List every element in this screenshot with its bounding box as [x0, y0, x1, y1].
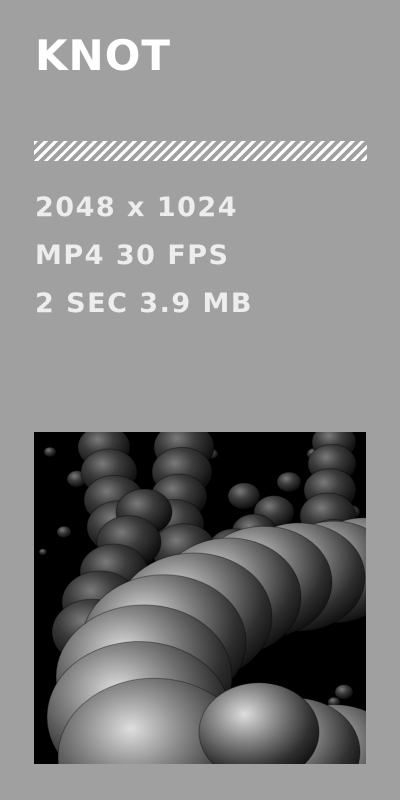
- spec-format: MP4 30 FPS: [35, 240, 230, 271]
- item-title: KNOT: [35, 31, 172, 80]
- spec-duration-size: 2 SEC 3.9 MB: [35, 288, 253, 319]
- hatched-divider: [34, 141, 367, 161]
- knot-spheres: [38, 432, 366, 764]
- video-thumbnail[interactable]: [34, 432, 366, 764]
- specs-list: 2048 x 1024 MP4 30 FPS 2 SEC 3.9 MB: [35, 184, 253, 328]
- knot-render-image: [38, 432, 366, 764]
- spec-resolution: 2048 x 1024: [35, 192, 239, 223]
